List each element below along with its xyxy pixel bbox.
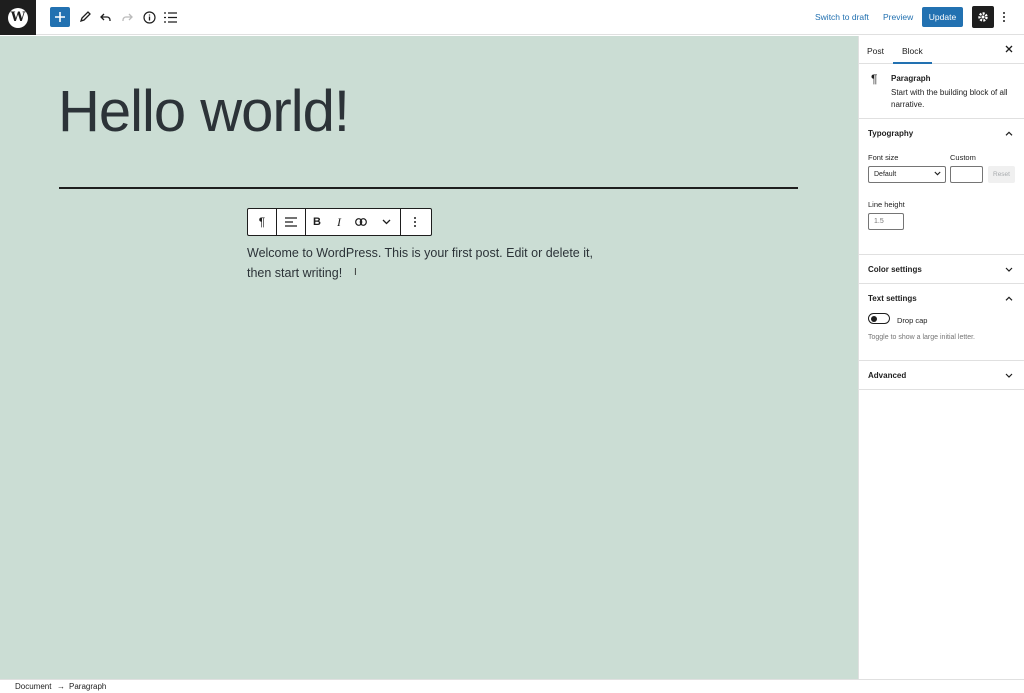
custom-font-size-input[interactable] <box>950 166 983 183</box>
toggle-knob <box>871 315 877 322</box>
settings-button[interactable] <box>972 6 994 28</box>
align-left-icon <box>285 217 297 227</box>
add-block-button[interactable] <box>50 7 70 27</box>
list-view-button[interactable] <box>160 7 180 27</box>
block-switcher-group: ¶ <box>248 209 277 235</box>
chevron-down-icon <box>934 171 941 178</box>
plus-icon <box>55 12 65 22</box>
drop-cap-label: Drop cap <box>897 316 928 325</box>
tools-button[interactable] <box>75 7 95 27</box>
gear-icon <box>978 12 988 22</box>
redo-button[interactable] <box>117 7 137 27</box>
update-button[interactable]: Update <box>922 7 963 27</box>
advanced-toggle[interactable]: Advanced <box>859 361 1024 389</box>
bold-icon: B <box>313 216 321 228</box>
pilcrow-icon: ¶ <box>258 215 266 229</box>
align-button[interactable] <box>277 209 305 235</box>
settings-sidebar: Post Block ¶ Paragraph Start with the bu… <box>858 36 1024 679</box>
chevron-down-icon <box>382 219 390 225</box>
paragraph-block[interactable]: Welcome to WordPress. This is your first… <box>247 243 617 283</box>
wordpress-logo-icon[interactable]: W <box>0 0 36 35</box>
reset-font-size-button[interactable]: Reset <box>988 166 1015 183</box>
chevron-down-icon <box>1003 263 1015 275</box>
sidebar-tabs: Post Block <box>859 36 1024 64</box>
chevron-up-icon <box>1003 127 1015 139</box>
chevron-down-icon <box>1003 369 1015 381</box>
drop-cap-toggle[interactable] <box>868 313 890 324</box>
font-size-select[interactable]: Default <box>868 166 946 183</box>
preview-button[interactable]: Preview <box>883 12 913 22</box>
font-size-select-value: Default <box>874 171 897 178</box>
typography-panel-toggle[interactable]: Typography <box>859 119 1024 147</box>
post-title[interactable]: Hello world! <box>58 78 350 145</box>
link-icon <box>355 218 367 226</box>
block-card-description: Start with the building block of all nar… <box>891 88 1008 109</box>
wordpress-logo-mark: W <box>8 7 28 28</box>
text-settings-title: Text settings <box>868 294 917 303</box>
close-icon <box>1005 45 1013 53</box>
more-options-button[interactable] <box>998 7 1010 27</box>
alignment-group <box>277 209 306 235</box>
more-formats-button[interactable] <box>372 209 400 235</box>
italic-icon: I <box>337 214 341 229</box>
block-card-title: Paragraph <box>891 74 931 83</box>
breadcrumb-document[interactable]: Document <box>15 682 51 691</box>
options-group <box>401 209 429 235</box>
link-button[interactable] <box>350 209 372 235</box>
close-sidebar-button[interactable] <box>1002 42 1016 56</box>
more-vertical-icon <box>414 217 416 227</box>
list-view-icon <box>163 11 177 23</box>
italic-button[interactable]: I <box>328 209 350 235</box>
custom-size-label: Custom <box>950 153 976 162</box>
pencil-icon <box>79 11 91 23</box>
bold-button[interactable]: B <box>306 209 328 235</box>
line-height-input[interactable]: 1.5 <box>868 213 904 230</box>
tab-post[interactable]: Post <box>867 46 884 56</box>
chevron-up-icon <box>1003 292 1015 304</box>
color-settings-title: Color settings <box>868 265 922 274</box>
block-toolbar: ¶ B I <box>247 208 432 236</box>
separator-block[interactable] <box>59 187 798 189</box>
format-group: B I <box>306 209 401 235</box>
details-button[interactable] <box>139 7 159 27</box>
line-height-label: Line height <box>868 200 905 209</box>
text-cursor-icon: I <box>354 267 357 278</box>
tab-block[interactable]: Block <box>902 46 923 56</box>
undo-icon <box>100 13 111 21</box>
color-settings-toggle[interactable]: Color settings <box>859 255 1024 283</box>
block-breadcrumb: Document → Paragraph <box>0 679 1024 693</box>
block-options-button[interactable] <box>401 209 429 235</box>
typography-panel: Typography Font size Custom Default Rese… <box>859 119 1024 255</box>
editor-canvas[interactable]: Hello world! ¶ B I Welcome to WordPress.… <box>0 36 858 679</box>
editor-header: W Switch to draft Preview Update <box>0 0 1024 35</box>
advanced-title: Advanced <box>868 371 907 380</box>
block-type-button[interactable]: ¶ <box>248 209 276 235</box>
undo-button[interactable] <box>96 7 116 27</box>
block-card: ¶ Paragraph Start with the building bloc… <box>859 64 1024 119</box>
pilcrow-icon: ¶ <box>871 72 878 86</box>
breadcrumb-paragraph[interactable]: Paragraph <box>69 682 106 691</box>
info-icon <box>142 10 156 24</box>
redo-icon <box>122 13 133 21</box>
typography-panel-title: Typography <box>868 129 914 138</box>
switch-to-draft-button[interactable]: Switch to draft <box>815 12 869 22</box>
color-settings-panel: Color settings <box>859 255 1024 284</box>
text-settings-panel: Text settings Drop cap Toggle to show a … <box>859 284 1024 361</box>
drop-cap-help: Toggle to show a large initial letter. <box>868 334 976 341</box>
text-settings-toggle[interactable]: Text settings <box>859 284 1024 312</box>
font-size-label: Font size <box>868 153 899 162</box>
arrow-right-icon: → <box>57 682 65 691</box>
more-vertical-icon <box>1003 12 1005 22</box>
advanced-panel: Advanced <box>859 361 1024 390</box>
